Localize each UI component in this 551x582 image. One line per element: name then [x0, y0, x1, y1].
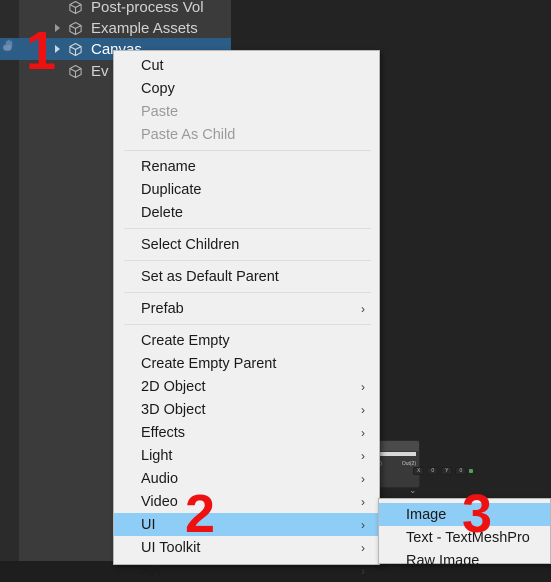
graph-inline-fields[interactable]: X 0 Y 0 — [413, 467, 474, 475]
menu-item-label: Create Empty Parent — [141, 355, 277, 372]
menu-item-3d-object[interactable]: 3D Object › — [114, 398, 379, 421]
field-y-label: Y — [441, 467, 453, 475]
chevron-right-icon: › — [361, 494, 365, 509]
chevron-right-icon: › — [361, 301, 365, 316]
menu-separator — [124, 150, 371, 151]
menu-item-label: UI — [141, 516, 156, 533]
menu-separator — [124, 260, 371, 261]
menu-item-2d-object[interactable]: 2D Object › — [114, 375, 379, 398]
hierarchy-context-menu[interactable]: Cut Copy Paste Paste As Child Rename Dup… — [113, 50, 380, 579]
field-x-value[interactable]: 0 — [427, 467, 439, 475]
menu-item-label: Set as Default Parent — [141, 268, 279, 285]
gameobject-cube-icon — [65, 42, 86, 57]
chevron-right-icon: › — [361, 448, 365, 463]
menu-item-rename[interactable]: Rename — [114, 155, 379, 178]
menu-item-label: Select Children — [141, 236, 240, 253]
chevron-down-icon[interactable]: ⌄ — [409, 485, 417, 496]
menu-item-xr[interactable]: XR › — [114, 559, 379, 582]
menu-item-label: Paste As Child — [141, 126, 236, 143]
chevron-right-icon: › — [361, 402, 365, 417]
gameobject-cube-icon — [65, 0, 86, 15]
chevron-right-icon: › — [361, 379, 365, 394]
chevron-right-icon: › — [361, 540, 365, 555]
menu-item-label: Light — [141, 447, 173, 464]
menu-item-prefab[interactable]: Prefab › — [114, 297, 379, 320]
menu-item-set-as-default-parent[interactable]: Set as Default Parent — [114, 265, 379, 288]
editor-left-gutter — [0, 0, 19, 561]
menu-item-label: Paste — [141, 103, 179, 120]
menu-item-paste: Paste — [114, 100, 379, 123]
hierarchy-row-label: Post-process Vol — [91, 0, 204, 16]
menu-item-delete[interactable]: Delete — [114, 201, 379, 224]
menu-item-label: Cut — [141, 57, 164, 74]
annotation-number-2: 2 — [185, 484, 216, 544]
menu-item-cut[interactable]: Cut — [114, 54, 379, 77]
gameobject-cube-icon — [65, 64, 86, 79]
menu-item-label: Prefab — [141, 300, 184, 317]
menu-item-label: 2D Object — [141, 378, 206, 395]
annotation-number-1: 1 — [26, 21, 57, 81]
annotation-number-3: 3 — [462, 484, 493, 544]
field-x-label: X — [413, 467, 425, 475]
menu-item-select-children[interactable]: Select Children — [114, 233, 379, 256]
menu-item-label: Copy — [141, 80, 175, 97]
menu-item-create-empty-parent[interactable]: Create Empty Parent — [114, 352, 379, 375]
menu-item-label: Audio — [141, 470, 179, 487]
grab-hand-cursor-icon — [0, 36, 22, 58]
menu-separator — [124, 228, 371, 229]
menu-item-label: Create Empty — [141, 332, 230, 349]
unity-editor-window: Prosscat(E) Branch Predicate(E) Out(2) T… — [0, 0, 551, 579]
menu-item-label: Effects — [141, 424, 186, 441]
menu-item-video[interactable]: Video › — [114, 490, 379, 513]
menu-item-label: Duplicate — [141, 181, 202, 198]
menu-item-create-empty[interactable]: Create Empty — [114, 329, 379, 352]
hierarchy-row-label: Example Assets — [91, 19, 198, 37]
port-dot-icon — [469, 469, 474, 473]
menu-item-audio[interactable]: Audio › — [114, 467, 379, 490]
menu-separator — [124, 292, 371, 293]
menu-item-copy[interactable]: Copy — [114, 77, 379, 100]
menu-item-effects[interactable]: Effects › — [114, 421, 379, 444]
chevron-right-icon: › — [361, 471, 365, 486]
menu-item-label: Video — [141, 493, 178, 510]
menu-item-label: 3D Object — [141, 401, 206, 418]
menu-separator — [124, 324, 371, 325]
field-y-value[interactable]: 0 — [455, 467, 467, 475]
menu-item-ui[interactable]: UI › — [114, 513, 379, 536]
gameobject-cube-icon — [65, 21, 86, 36]
menu-item-ui-toolkit[interactable]: UI Toolkit › — [114, 536, 379, 559]
chevron-right-icon: › — [361, 563, 365, 578]
chevron-right-icon: › — [361, 517, 365, 532]
menu-item-paste-as-child: Paste As Child — [114, 123, 379, 146]
hierarchy-row-label: Ev — [91, 62, 109, 80]
menu-item-duplicate[interactable]: Duplicate — [114, 178, 379, 201]
chevron-right-icon: › — [361, 425, 365, 440]
submenu-item-label: Image — [406, 506, 447, 523]
menu-item-light[interactable]: Light › — [114, 444, 379, 467]
hierarchy-row-post-process-volume[interactable]: Post-process Vol — [19, 0, 231, 18]
menu-item-label: Delete — [141, 204, 183, 221]
menu-item-label: XR — [141, 562, 162, 579]
menu-item-label: Rename — [141, 158, 196, 175]
